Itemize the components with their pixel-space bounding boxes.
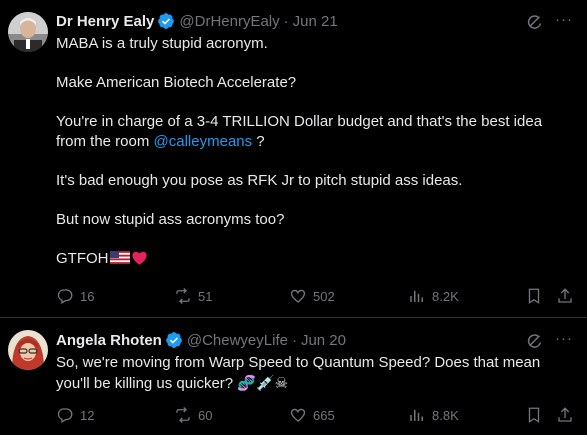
us-flag-icon [109, 251, 130, 264]
like-icon [290, 408, 306, 422]
tweet-text: MABA is a truly stupid acronym. Make Ame… [56, 34, 576, 269]
verified-badge-icon [158, 13, 175, 29]
paragraph-text: So, we're moving from Warp Speed to Quan… [56, 354, 541, 392]
emoji-trail: 🧬💉☠ [237, 374, 289, 392]
like-count: 502 [313, 288, 335, 304]
tweet-paragraph: Make American Biotech Accelerate? [56, 74, 297, 91]
paragraph-text: GTFOH [56, 250, 109, 267]
tweet-divider [0, 317, 587, 318]
repost-icon [176, 288, 190, 304]
repost-count: 51 [198, 288, 213, 304]
mention-link[interactable]: @calleymeans [154, 133, 253, 150]
tweet-date[interactable]: Jun 20 [301, 332, 346, 349]
views-count: 8.2K [432, 288, 459, 304]
share-icon [558, 407, 572, 422]
reply-icon [57, 289, 73, 304]
verified-badge-icon [165, 332, 182, 348]
tweet[interactable]: Dr Henry Ealy @DrHenryEaly · Jun 21 ··· … [0, 0, 587, 317]
tweet-text: So, we're moving from Warp Speed to Quan… [56, 353, 576, 394]
author-name[interactable]: Dr Henry Ealy [56, 13, 154, 30]
bookmark-button[interactable] [525, 405, 549, 425]
bookmark-icon [528, 288, 540, 305]
like-icon [290, 289, 306, 303]
author-name[interactable]: Angela Rhoten [56, 332, 162, 349]
avatar[interactable] [8, 12, 48, 52]
tweet-paragraph: You're in charge of a 3-4 TRILLION Dolla… [56, 112, 576, 152]
tweet-header: Angela Rhoten @ChewyeyLife · Jun 20 [56, 330, 346, 350]
separator-dot: · [291, 331, 297, 349]
action-bar: 12 60 665 8.8K [56, 405, 576, 425]
author-handle[interactable]: @DrHenryEaly [179, 13, 279, 30]
more-icon[interactable]: ··· [555, 11, 573, 28]
tweet-paragraph: But now stupid ass acronyms too? [56, 211, 285, 228]
reply-count: 12 [80, 407, 95, 423]
avatar[interactable] [8, 330, 48, 370]
share-icon [558, 288, 572, 303]
reply-count: 16 [80, 288, 95, 304]
red-heart-icon [131, 251, 147, 265]
paragraph-text: ? [252, 133, 265, 150]
reply-button[interactable]: 16 [56, 286, 94, 306]
views-button[interactable]: 8.8K [408, 405, 459, 425]
tweet-paragraph: GTFOH🇺🇸❤ [56, 249, 576, 269]
tweet-paragraph: It's bad enough you pose as RFK Jr to pi… [56, 172, 463, 189]
reply-button[interactable]: 12 [56, 405, 94, 425]
reply-icon [57, 408, 73, 423]
share-button[interactable] [556, 405, 580, 425]
tweet-header: Dr Henry Ealy @DrHenryEaly · Jun 21 [56, 11, 338, 31]
like-button[interactable]: 665 [289, 405, 335, 425]
repost-button[interactable]: 51 [174, 286, 212, 306]
repost-count: 60 [198, 407, 213, 423]
tweet-paragraph: So, we're moving from Warp Speed to Quan… [56, 353, 576, 394]
bookmark-icon [528, 407, 540, 424]
tweet-date[interactable]: Jun 21 [293, 13, 338, 30]
repost-icon [176, 407, 190, 423]
views-count: 8.8K [432, 407, 459, 423]
views-icon [410, 409, 423, 421]
tweet-paragraph: MABA is a truly stupid acronym. [56, 35, 268, 52]
like-count: 665 [313, 407, 335, 423]
grok-icon[interactable] [526, 13, 544, 31]
views-icon [410, 290, 423, 302]
share-button[interactable] [556, 286, 580, 306]
like-button[interactable]: 502 [289, 286, 335, 306]
paragraph-text: You're in charge of a 3-4 TRILLION Dolla… [56, 113, 543, 150]
action-bar: 16 51 502 8.2K [56, 286, 576, 306]
grok-icon[interactable] [526, 332, 544, 350]
separator-dot: · [283, 12, 289, 30]
author-handle[interactable]: @ChewyeyLife [187, 332, 288, 349]
bookmark-button[interactable] [525, 286, 549, 306]
more-icon[interactable]: ··· [555, 330, 573, 347]
repost-button[interactable]: 60 [174, 405, 212, 425]
views-button[interactable]: 8.2K [408, 286, 459, 306]
